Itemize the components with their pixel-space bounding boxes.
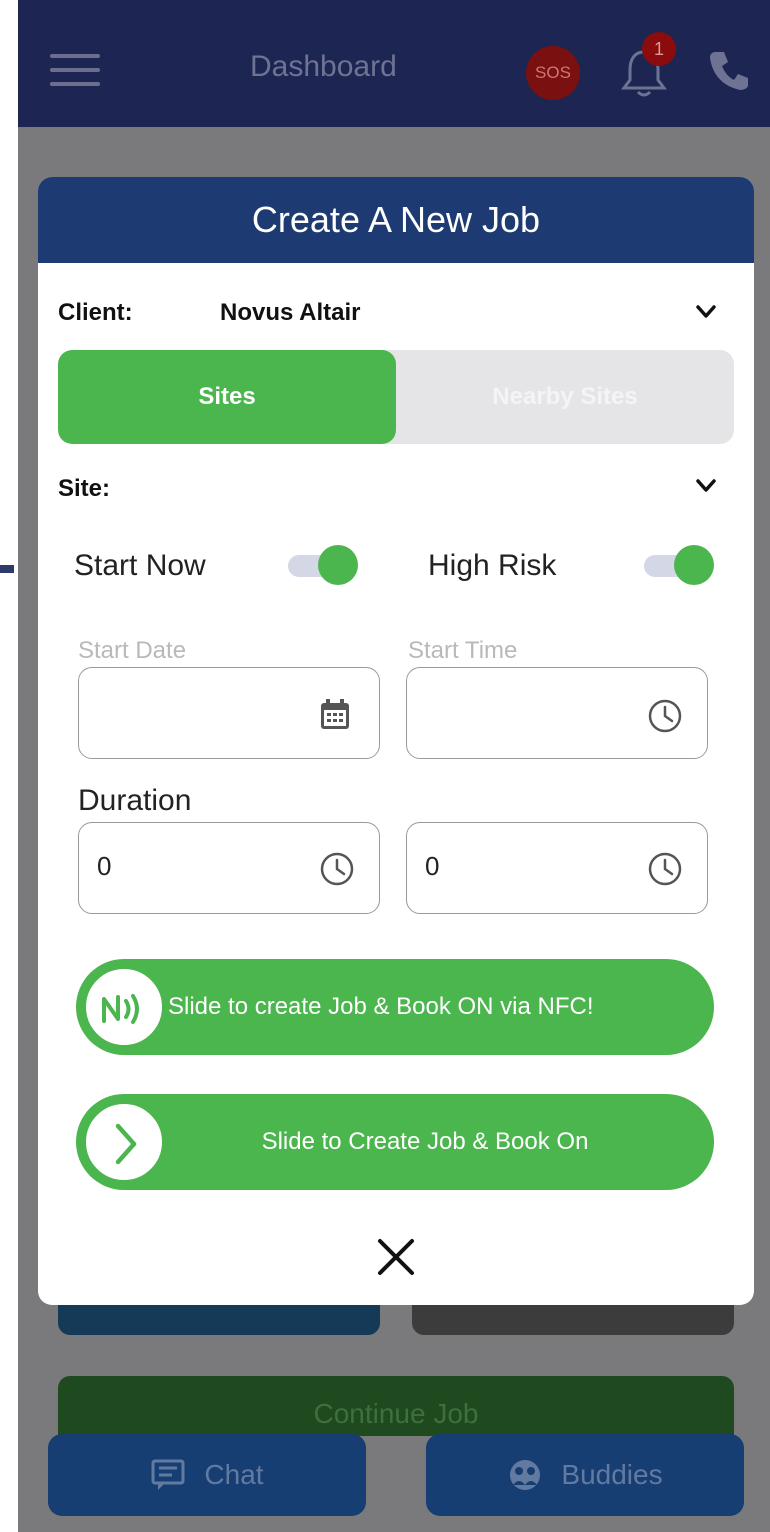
nfc-slider-handle[interactable] [82,965,166,1049]
nfc-book-on-slider[interactable]: Slide to create Job & Book ON via NFC! [76,959,714,1055]
clock-icon [648,852,682,886]
modal-title: Create A New Job [38,177,754,263]
sos-button[interactable]: SOS [526,46,580,100]
client-chevron-down-icon[interactable] [696,305,716,319]
clock-icon [648,699,682,733]
chevron-right-icon [115,1123,137,1165]
client-label: Client: [58,299,133,326]
start-time-label: Start Time [408,637,518,664]
chat-icon [151,1459,185,1490]
duration-minutes-value: 0 [425,851,440,881]
phone-icon[interactable] [706,46,754,94]
duration-label: Duration [78,784,192,817]
continue-job-button: Continue Job [58,1376,734,1436]
start-date-label: Start Date [78,637,187,664]
clock-icon [320,852,354,886]
start-time-field[interactable] [406,667,708,759]
start-now-toggle[interactable] [286,545,358,585]
left-edge-marker [0,565,14,573]
site-chevron-down-icon[interactable] [696,479,716,493]
duration-hours-field[interactable]: 0 [78,822,380,914]
top-app-bar: Dashboard SOS 1 [18,0,770,127]
tab-sites[interactable]: Sites [58,350,396,444]
page-title: Dashboard [250,50,397,83]
buddies-label: Buddies [561,1459,663,1490]
book-on-slider[interactable]: Slide to Create Job & Book On [76,1094,714,1190]
buddies-button[interactable]: Buddies [426,1434,744,1516]
high-risk-label: High Risk [428,549,557,582]
chat-label: Chat [204,1459,264,1490]
create-job-modal: Create A New Job Client: Novus Altair Ne… [38,177,754,1305]
book-on-slider-handle[interactable] [82,1100,166,1184]
start-now-label: Start Now [74,549,206,582]
chat-button[interactable]: Chat [48,1434,366,1516]
client-select[interactable]: Novus Altair [220,299,360,327]
site-type-tabs: Nearby Sites Sites [58,350,734,444]
duration-hours-value: 0 [97,851,112,881]
calendar-icon [321,699,349,729]
buddies-icon [510,1460,541,1490]
site-label: Site: [58,475,111,502]
tab-nearby-sites[interactable]: Nearby Sites [396,350,734,444]
nfc-slider-text: Slide to create Job & Book ON via NFC! [168,993,594,1020]
nfc-icon [102,994,139,1024]
close-icon[interactable] [374,1235,418,1279]
high-risk-toggle[interactable] [642,545,714,585]
notification-badge: 1 [642,32,676,66]
start-date-field[interactable] [78,667,380,759]
duration-minutes-field[interactable]: 0 [406,822,708,914]
hamburger-menu-icon[interactable] [50,52,100,88]
book-on-slider-text: Slide to Create Job & Book On [261,1128,589,1155]
